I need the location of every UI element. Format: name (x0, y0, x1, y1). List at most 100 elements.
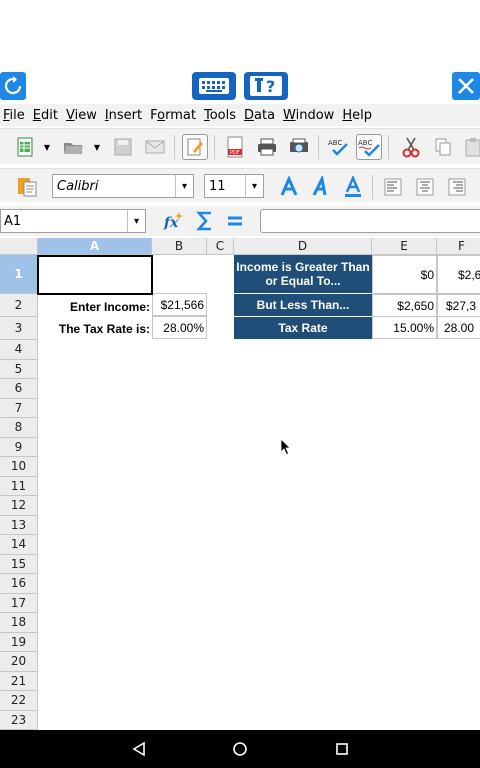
cell-b2[interactable]: $21,566 (152, 293, 207, 316)
new-document-button[interactable] (12, 134, 38, 160)
pdf-icon: PDF (227, 136, 243, 158)
print-button[interactable] (254, 134, 280, 160)
menu-tools[interactable]: Tools (201, 108, 241, 123)
align-left-icon (384, 178, 402, 196)
row-header-2[interactable]: 2 (0, 294, 38, 317)
auto-spellcheck-button[interactable]: ABC (356, 134, 382, 160)
cell-e2[interactable]: $2,650 (372, 294, 437, 317)
spellcheck-button[interactable]: ABC (326, 134, 352, 160)
row-header-19[interactable]: 19 (0, 632, 38, 652)
help-button[interactable]: ? (244, 72, 288, 100)
function-wizard-button[interactable]: fx (160, 208, 186, 234)
cell-a3[interactable]: The Tax Rate is: (38, 318, 152, 339)
menu-insert[interactable]: Insert (102, 108, 147, 123)
row-header-1[interactable]: 1 (0, 255, 38, 294)
formula-input[interactable] (260, 209, 480, 233)
new-dropdown[interactable]: ▼ (40, 134, 54, 160)
align-left-button[interactable] (380, 174, 406, 200)
cell-f3[interactable]: 28.00 (437, 316, 480, 339)
keyboard-button[interactable] (192, 72, 236, 100)
column-header-c[interactable]: C (207, 238, 234, 255)
row-header-11[interactable]: 11 (0, 476, 38, 496)
name-box[interactable]: A1 ▾ (0, 209, 146, 233)
refresh-button[interactable] (0, 72, 26, 100)
edit-mode-button[interactable] (182, 134, 208, 160)
open-button[interactable] (60, 134, 86, 160)
chevron-down-icon[interactable]: ▾ (175, 175, 193, 197)
column-header-e[interactable]: E (372, 238, 437, 255)
save-button[interactable] (110, 134, 136, 160)
spreadsheet-grid[interactable]: A B C D E F 1 2 3 4 5 6 7 8 9 10 11 12 13 14 15 16 17 18 1… (0, 238, 480, 730)
cell-e3[interactable]: 15.00% (372, 316, 437, 339)
toolbar-separator (372, 175, 373, 199)
row-header-5[interactable]: 5 (0, 359, 38, 379)
cell-b3[interactable]: 28.00% (152, 316, 207, 339)
row-header-12[interactable]: 12 (0, 496, 38, 516)
cell-a2[interactable]: Enter Income: (38, 295, 152, 318)
paste-button[interactable] (460, 134, 480, 160)
cell-e1[interactable]: $0 (372, 255, 437, 294)
row-header-10[interactable]: 10 (0, 457, 38, 477)
chevron-down-icon[interactable]: ▾ (127, 210, 145, 232)
font-name-combo[interactable]: Calibri ▾ (52, 174, 194, 198)
open-dropdown[interactable]: ▼ (90, 134, 104, 160)
row-header-9[interactable]: 9 (0, 437, 38, 457)
align-center-button[interactable] (412, 174, 438, 200)
recents-button[interactable] (331, 738, 353, 760)
column-header-b[interactable]: B (152, 238, 207, 255)
chevron-down-icon[interactable]: ▾ (245, 175, 263, 197)
menu-window[interactable]: Window (280, 108, 339, 123)
menu-view[interactable]: View (63, 108, 102, 123)
row-header-7[interactable]: 7 (0, 398, 38, 418)
row-header-6[interactable]: 6 (0, 379, 38, 399)
row-header-17[interactable]: 17 (0, 593, 38, 613)
formula-button[interactable] (222, 208, 248, 234)
row-header-4[interactable]: 4 (0, 340, 38, 360)
menu-file[interactable]: File (0, 108, 30, 123)
align-center-icon (416, 178, 434, 196)
menu-data[interactable]: Data (241, 108, 280, 123)
back-button[interactable] (128, 738, 150, 760)
cell-f2[interactable]: $27,3 (437, 294, 480, 317)
styles-button[interactable] (14, 174, 40, 200)
sum-icon (196, 211, 211, 231)
menu-edit[interactable]: Edit (30, 108, 63, 123)
formatting-toolbar: Calibri ▾ 11 ▾ (0, 168, 480, 202)
font-shadow-button[interactable] (308, 174, 334, 200)
column-header-d[interactable]: D (234, 238, 372, 255)
close-button[interactable] (452, 72, 480, 100)
row-header-22[interactable]: 22 (0, 691, 38, 711)
menu-bar: File Edit View Insert Format Tools Data … (0, 104, 480, 126)
row-header-23[interactable]: 23 (0, 710, 38, 730)
column-header-f[interactable]: F (437, 238, 480, 255)
align-right-button[interactable] (444, 174, 470, 200)
column-header-a[interactable]: A (38, 238, 152, 255)
font-size-combo[interactable]: 11 ▾ (204, 174, 264, 198)
sum-button[interactable] (192, 208, 218, 234)
font-outline-button[interactable] (276, 174, 302, 200)
row-header-13[interactable]: 13 (0, 515, 38, 535)
row-header-3[interactable]: 3 (0, 317, 38, 340)
export-pdf-button[interactable]: PDF (222, 134, 248, 160)
cell-f1[interactable]: $2,6 (437, 255, 480, 294)
menu-format[interactable]: Format (147, 108, 201, 123)
copy-button[interactable] (430, 134, 456, 160)
cell-d3[interactable]: Tax Rate (234, 317, 372, 339)
cut-button[interactable] (398, 134, 424, 160)
email-button[interactable] (142, 134, 168, 160)
row-header-8[interactable]: 8 (0, 418, 38, 438)
cell-d2[interactable]: But Less Than... (234, 294, 372, 316)
home-button[interactable] (229, 738, 251, 760)
menu-help[interactable]: Help (339, 108, 377, 123)
row-header-21[interactable]: 21 (0, 671, 38, 691)
row-header-14[interactable]: 14 (0, 535, 38, 555)
row-header-16[interactable]: 16 (0, 574, 38, 594)
row-header-18[interactable]: 18 (0, 613, 38, 633)
select-all-corner[interactable] (0, 238, 38, 255)
cell-d1[interactable]: Income is Greater Than or Equal To... (234, 255, 372, 293)
chevron-down-icon: ▼ (93, 142, 101, 152)
row-header-20[interactable]: 20 (0, 652, 38, 672)
row-header-15[interactable]: 15 (0, 554, 38, 574)
print-preview-button[interactable] (286, 134, 312, 160)
font-color-button[interactable] (340, 174, 366, 200)
